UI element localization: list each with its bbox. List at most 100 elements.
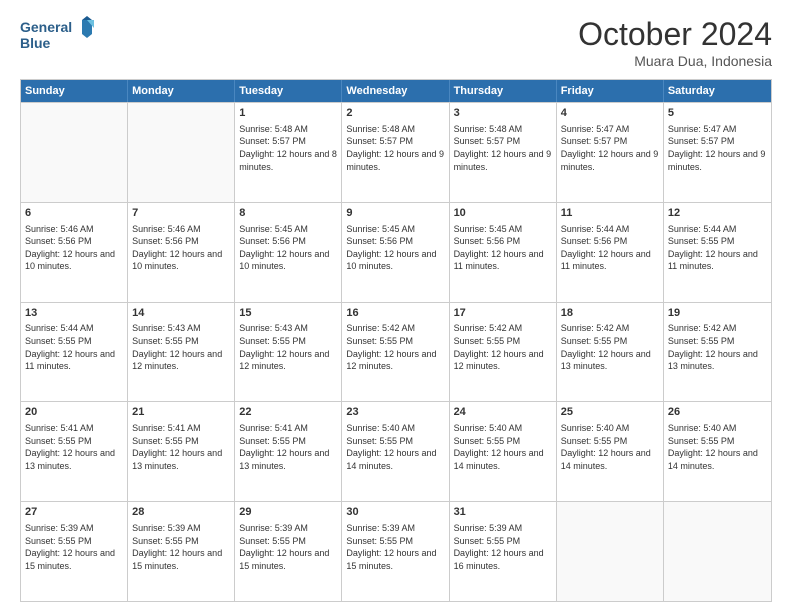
day-number-12: 12 bbox=[668, 206, 767, 221]
day-cell-18: 18Sunrise: 5:42 AM Sunset: 5:55 PM Dayli… bbox=[557, 303, 664, 402]
day-info-22: Sunrise: 5:41 AM Sunset: 5:55 PM Dayligh… bbox=[239, 422, 337, 472]
calendar-row-3: 20 Sunrise: 5:41 AM Sunset: 5:55 PM Dayli… bbox=[21, 401, 771, 501]
day-number-31: 31 bbox=[454, 505, 552, 520]
day-cell-25: 25 Sunrise: 5:40 AM Sunset: 5:55 PM Dayli… bbox=[557, 402, 664, 501]
day-cell-26: 26Sunrise: 5:40 AM Sunset: 5:55 PM Dayli… bbox=[664, 402, 771, 501]
day-number-18: 18 bbox=[561, 306, 659, 321]
day-info-26: Sunrise: 5:40 AM Sunset: 5:55 PM Dayligh… bbox=[668, 422, 767, 472]
day-info-27: Sunrise: 5:39 AM Sunset: 5:55 PM Dayligh… bbox=[25, 522, 123, 572]
calendar-row-0: 1 Sunrise: 5:48 AM Sunset: 5:57 PM Daylig… bbox=[21, 102, 771, 202]
day-number-13: 13 bbox=[25, 306, 123, 321]
day-info-21: Sunrise: 5:41 AM Sunset: 5:55 PM Dayligh… bbox=[132, 422, 230, 472]
day-info-1: Sunrise: 5:48 AM Sunset: 5:57 PM Dayligh… bbox=[239, 123, 337, 173]
day-info-9: Sunrise: 5:45 AM Sunset: 5:56 PM Dayligh… bbox=[346, 223, 444, 273]
day-info-20: Sunrise: 5:41 AM Sunset: 5:55 PM Dayligh… bbox=[25, 422, 123, 472]
day-info-31: Sunrise: 5:39 AM Sunset: 5:55 PM Dayligh… bbox=[454, 522, 552, 572]
empty-cell-0-0 bbox=[21, 103, 128, 202]
calendar-row-1: 6 Sunrise: 5:46 AM Sunset: 5:56 PM Daylig… bbox=[21, 202, 771, 302]
day-info-8: Sunrise: 5:45 AM Sunset: 5:56 PM Dayligh… bbox=[239, 223, 337, 273]
day-cell-8: 8Sunrise: 5:45 AM Sunset: 5:56 PM Daylig… bbox=[235, 203, 342, 302]
header-sunday: Sunday bbox=[21, 80, 128, 102]
day-cell-21: 21Sunrise: 5:41 AM Sunset: 5:55 PM Dayli… bbox=[128, 402, 235, 501]
header-friday: Friday bbox=[557, 80, 664, 102]
day-number-19: 19 bbox=[668, 306, 767, 321]
empty-cell-4-6 bbox=[664, 502, 771, 601]
day-number-17: 17 bbox=[454, 306, 552, 321]
day-cell-10: 10 Sunrise: 5:45 AM Sunset: 5:56 PM Dayli… bbox=[450, 203, 557, 302]
day-info-10: Sunrise: 5:45 AM Sunset: 5:56 PM Dayligh… bbox=[454, 223, 552, 273]
day-cell-11: 11Sunrise: 5:44 AM Sunset: 5:56 PM Dayli… bbox=[557, 203, 664, 302]
day-number-29: 29 bbox=[239, 505, 337, 520]
day-number-14: 14 bbox=[132, 306, 230, 321]
calendar: SundayMondayTuesdayWednesdayThursdayFrid… bbox=[20, 79, 772, 602]
day-cell-1: 1 Sunrise: 5:48 AM Sunset: 5:57 PM Daylig… bbox=[235, 103, 342, 202]
day-info-4: Sunrise: 5:47 AM Sunset: 5:57 PM Dayligh… bbox=[561, 123, 659, 173]
day-cell-15: 15Sunrise: 5:43 AM Sunset: 5:55 PM Dayli… bbox=[235, 303, 342, 402]
logo: General Blue bbox=[20, 16, 100, 58]
header-monday: Monday bbox=[128, 80, 235, 102]
day-info-13: Sunrise: 5:44 AM Sunset: 5:55 PM Dayligh… bbox=[25, 322, 123, 372]
day-info-18: Sunrise: 5:42 AM Sunset: 5:55 PM Dayligh… bbox=[561, 322, 659, 372]
day-number-10: 10 bbox=[454, 206, 552, 221]
day-info-14: Sunrise: 5:43 AM Sunset: 5:55 PM Dayligh… bbox=[132, 322, 230, 372]
day-cell-12: 12 Sunrise: 5:44 AM Sunset: 5:55 PM Dayli… bbox=[664, 203, 771, 302]
day-cell-13: 13Sunrise: 5:44 AM Sunset: 5:55 PM Dayli… bbox=[21, 303, 128, 402]
empty-cell-4-5 bbox=[557, 502, 664, 601]
day-info-5: Sunrise: 5:47 AM Sunset: 5:57 PM Dayligh… bbox=[668, 123, 767, 173]
day-cell-17: 17Sunrise: 5:42 AM Sunset: 5:55 PM Dayli… bbox=[450, 303, 557, 402]
day-info-16: Sunrise: 5:42 AM Sunset: 5:55 PM Dayligh… bbox=[346, 322, 444, 372]
day-cell-24: 24Sunrise: 5:40 AM Sunset: 5:55 PM Dayli… bbox=[450, 402, 557, 501]
month-title: October 2024 bbox=[578, 16, 772, 53]
day-number-6: 6 bbox=[25, 206, 123, 221]
day-number-27: 27 bbox=[25, 505, 123, 520]
day-number-23: 23 bbox=[346, 405, 444, 420]
day-info-23: Sunrise: 5:40 AM Sunset: 5:55 PM Dayligh… bbox=[346, 422, 444, 472]
day-number-24: 24 bbox=[454, 405, 552, 420]
day-cell-28: 28Sunrise: 5:39 AM Sunset: 5:55 PM Dayli… bbox=[128, 502, 235, 601]
day-info-7: Sunrise: 5:46 AM Sunset: 5:56 PM Dayligh… bbox=[132, 223, 230, 273]
day-number-20: 20 bbox=[25, 405, 123, 420]
svg-text:General: General bbox=[20, 19, 72, 35]
day-info-12: Sunrise: 5:44 AM Sunset: 5:55 PM Dayligh… bbox=[668, 223, 767, 273]
day-info-6: Sunrise: 5:46 AM Sunset: 5:56 PM Dayligh… bbox=[25, 223, 123, 273]
day-number-5: 5 bbox=[668, 106, 767, 121]
day-number-4: 4 bbox=[561, 106, 659, 121]
svg-text:Blue: Blue bbox=[20, 35, 51, 51]
empty-cell-0-1 bbox=[128, 103, 235, 202]
day-number-15: 15 bbox=[239, 306, 337, 321]
day-cell-20: 20 Sunrise: 5:41 AM Sunset: 5:55 PM Dayli… bbox=[21, 402, 128, 501]
day-info-3: Sunrise: 5:48 AM Sunset: 5:57 PM Dayligh… bbox=[454, 123, 552, 173]
day-cell-5: 5 Sunrise: 5:47 AM Sunset: 5:57 PM Daylig… bbox=[664, 103, 771, 202]
day-info-28: Sunrise: 5:39 AM Sunset: 5:55 PM Dayligh… bbox=[132, 522, 230, 572]
header: General Blue October 2024 Muara Dua, Ind… bbox=[20, 16, 772, 69]
day-cell-3: 3Sunrise: 5:48 AM Sunset: 5:57 PM Daylig… bbox=[450, 103, 557, 202]
day-cell-2: 2Sunrise: 5:48 AM Sunset: 5:57 PM Daylig… bbox=[342, 103, 449, 202]
day-info-25: Sunrise: 5:40 AM Sunset: 5:55 PM Dayligh… bbox=[561, 422, 659, 472]
day-cell-19: 19Sunrise: 5:42 AM Sunset: 5:55 PM Dayli… bbox=[664, 303, 771, 402]
day-cell-27: 27 Sunrise: 5:39 AM Sunset: 5:55 PM Dayli… bbox=[21, 502, 128, 601]
day-number-16: 16 bbox=[346, 306, 444, 321]
day-cell-6: 6 Sunrise: 5:46 AM Sunset: 5:56 PM Daylig… bbox=[21, 203, 128, 302]
day-cell-4: 4 Sunrise: 5:47 AM Sunset: 5:57 PM Daylig… bbox=[557, 103, 664, 202]
day-number-25: 25 bbox=[561, 405, 659, 420]
day-cell-7: 7 Sunrise: 5:46 AM Sunset: 5:56 PM Daylig… bbox=[128, 203, 235, 302]
day-cell-14: 14Sunrise: 5:43 AM Sunset: 5:55 PM Dayli… bbox=[128, 303, 235, 402]
header-wednesday: Wednesday bbox=[342, 80, 449, 102]
day-cell-16: 16Sunrise: 5:42 AM Sunset: 5:55 PM Dayli… bbox=[342, 303, 449, 402]
day-info-2: Sunrise: 5:48 AM Sunset: 5:57 PM Dayligh… bbox=[346, 123, 444, 173]
day-cell-31: 31 Sunrise: 5:39 AM Sunset: 5:55 PM Dayli… bbox=[450, 502, 557, 601]
calendar-row-4: 27 Sunrise: 5:39 AM Sunset: 5:55 PM Dayli… bbox=[21, 501, 771, 601]
day-number-11: 11 bbox=[561, 206, 659, 221]
day-info-19: Sunrise: 5:42 AM Sunset: 5:55 PM Dayligh… bbox=[668, 322, 767, 372]
day-number-9: 9 bbox=[346, 206, 444, 221]
day-number-1: 1 bbox=[239, 106, 337, 121]
day-number-22: 22 bbox=[239, 405, 337, 420]
calendar-header: SundayMondayTuesdayWednesdayThursdayFrid… bbox=[21, 80, 771, 102]
day-cell-29: 29Sunrise: 5:39 AM Sunset: 5:55 PM Dayli… bbox=[235, 502, 342, 601]
day-cell-30: 30Sunrise: 5:39 AM Sunset: 5:55 PM Dayli… bbox=[342, 502, 449, 601]
day-number-7: 7 bbox=[132, 206, 230, 221]
calendar-row-2: 13Sunrise: 5:44 AM Sunset: 5:55 PM Dayli… bbox=[21, 302, 771, 402]
header-saturday: Saturday bbox=[664, 80, 771, 102]
day-cell-22: 22 Sunrise: 5:41 AM Sunset: 5:55 PM Dayli… bbox=[235, 402, 342, 501]
page: General Blue October 2024 Muara Dua, Ind… bbox=[0, 0, 792, 612]
